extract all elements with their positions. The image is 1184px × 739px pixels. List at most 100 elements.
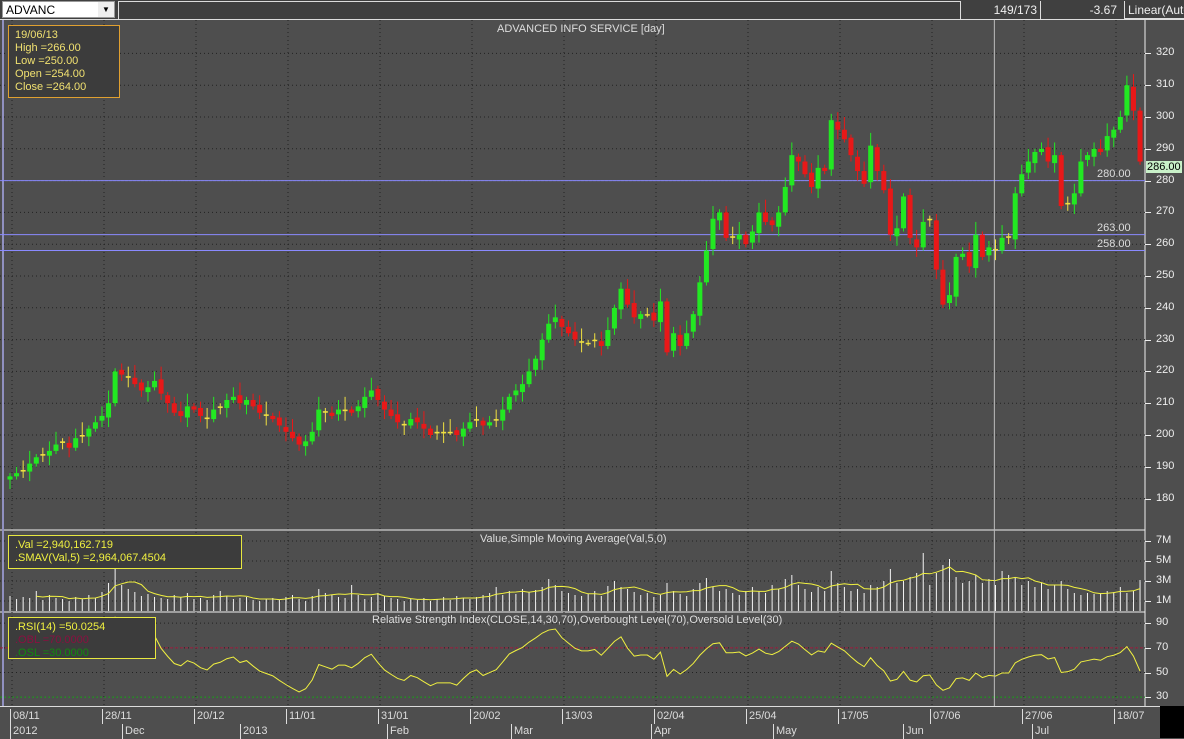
- month-label: 2013: [240, 724, 267, 739]
- candle-body: [789, 155, 795, 186]
- candle-body: [506, 396, 512, 410]
- candle-body: [375, 388, 381, 401]
- price-tick-label: 250: [1156, 269, 1175, 281]
- osl-value: .OSL =30.0000: [15, 647, 89, 659]
- candle-body: [224, 400, 230, 408]
- candle-body: [953, 256, 959, 297]
- candle-body: [283, 427, 289, 432]
- candle-body: [519, 384, 525, 393]
- volume-tick-label: 1M: [1156, 594, 1172, 606]
- candle-body: [927, 218, 933, 221]
- month-label: Mar: [511, 724, 533, 739]
- candle-body: [336, 409, 341, 415]
- candle-body: [211, 409, 217, 420]
- last-price-tag: 286.00: [1146, 161, 1182, 173]
- candle-body: [756, 212, 762, 234]
- price-tick-label: 180: [1156, 491, 1175, 504]
- rsi-tick-label: 90: [1156, 616, 1169, 629]
- axis-tick: [1145, 498, 1151, 500]
- candle-body: [7, 476, 13, 480]
- readout-date: 19/06/13: [15, 29, 58, 41]
- candle-body: [1078, 161, 1084, 194]
- candle-body: [171, 403, 177, 413]
- month-label: Apr: [651, 724, 671, 739]
- candle-body: [152, 380, 158, 388]
- candle-body: [874, 147, 880, 172]
- corner: [1160, 706, 1184, 738]
- candle-body: [920, 221, 926, 248]
- axis-tick: [1145, 371, 1151, 373]
- rsi-pane-title: Relative Strength Index(CLOSE,14,30,70),…: [372, 614, 783, 626]
- candle-body: [848, 137, 854, 156]
- candle-body: [86, 428, 92, 437]
- candle-body: [480, 420, 486, 426]
- candle-body: [973, 234, 979, 269]
- volume-tick-label: 7M: [1156, 534, 1172, 546]
- candle-body: [165, 395, 171, 404]
- axis-tick: [1145, 85, 1151, 87]
- axis-tick: [1145, 647, 1151, 649]
- candle-body: [940, 269, 946, 305]
- readout-open: Open =254.00: [15, 68, 86, 80]
- level-label-263: 263.00: [1097, 222, 1131, 234]
- candle-body: [664, 301, 670, 353]
- price-tick-label: 240: [1156, 300, 1175, 313]
- candle-body: [565, 326, 571, 334]
- price-tick-label: 220: [1156, 364, 1175, 377]
- candle-body: [355, 406, 361, 412]
- candle-body: [276, 417, 282, 426]
- candle-body: [421, 423, 427, 429]
- candle-body: [697, 282, 703, 316]
- axis-tick: [1145, 601, 1151, 602]
- price-tick-label: 230: [1156, 332, 1175, 345]
- price-tick-label: 260: [1156, 237, 1175, 250]
- candle-body: [1071, 193, 1077, 205]
- candle-body: [303, 441, 309, 447]
- rsi-value: .RSI(14) =50.0254: [15, 621, 106, 633]
- candle-body: [473, 419, 479, 421]
- candle-body: [14, 473, 20, 477]
- price-tick-label: 200: [1156, 428, 1175, 440]
- candle-body: [263, 414, 269, 416]
- candle-body: [901, 196, 907, 229]
- candle-body: [454, 430, 460, 435]
- date-label: 20/02: [470, 709, 501, 724]
- axis-tick: [1145, 403, 1151, 405]
- candle-body: [500, 409, 506, 421]
- candle-body: [467, 422, 473, 429]
- candle-body: [349, 409, 355, 413]
- price-tick-label: 280: [1156, 173, 1175, 186]
- date-label: 31/01: [378, 709, 409, 724]
- candle-body: [1058, 155, 1064, 207]
- chart-canvas[interactable]: [0, 0, 1184, 738]
- level-label-258: 258.00: [1097, 238, 1131, 250]
- axis-tick: [1145, 339, 1151, 341]
- candle-body: [20, 469, 26, 472]
- price-tick-label: 310: [1156, 78, 1175, 91]
- candle-body: [638, 314, 644, 319]
- candle-body: [270, 415, 276, 420]
- candle-body: [73, 438, 79, 448]
- candle-body: [296, 436, 302, 445]
- candle-body: [1012, 193, 1018, 240]
- candle-body: [671, 333, 677, 351]
- date-label: 25/04: [746, 709, 777, 724]
- candle-body: [184, 406, 190, 418]
- candle-body: [585, 342, 591, 345]
- date-label: 02/04: [654, 709, 685, 724]
- candle-body: [447, 431, 453, 434]
- month-label: 2012: [10, 724, 37, 739]
- candle-body: [677, 334, 683, 346]
- date-axis[interactable]: 08/11 28/11 20/12 11/01 31/01 20/02 13/03 02/04…: [0, 706, 1160, 739]
- price-tick-label: 210: [1156, 396, 1175, 409]
- candle-body: [66, 442, 72, 448]
- date-label: 08/11: [10, 709, 40, 724]
- candle-body: [316, 409, 322, 431]
- candle-body: [1124, 85, 1130, 116]
- candle-body: [40, 454, 46, 456]
- candle-body: [460, 428, 466, 437]
- candle-body: [244, 400, 250, 405]
- candle-body: [894, 228, 900, 237]
- readout-high: High =266.00: [15, 42, 81, 54]
- readout-low: Low =250.00: [15, 55, 79, 67]
